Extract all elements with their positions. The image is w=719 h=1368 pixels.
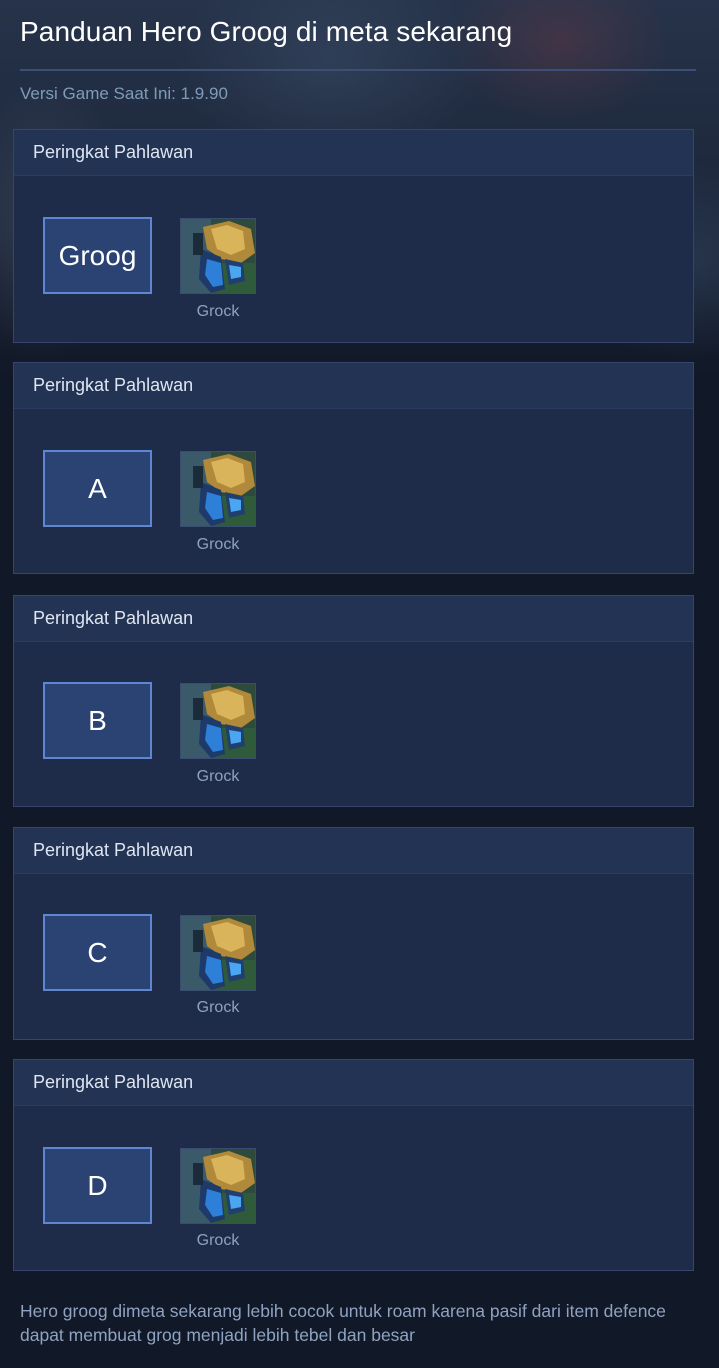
tier-card: Peringkat Pahlawan A Grock — [13, 362, 694, 574]
grock-portrait-icon[interactable] — [180, 451, 256, 527]
tier-card-header: Peringkat Pahlawan — [14, 130, 693, 176]
tier-card: Peringkat Pahlawan C Grock — [13, 827, 694, 1040]
tier-card-header: Peringkat Pahlawan — [14, 363, 693, 409]
grock-portrait-icon[interactable] — [180, 1148, 256, 1224]
tier-card: Peringkat Pahlawan D Grock — [13, 1059, 694, 1271]
tier-badge: D — [43, 1147, 152, 1224]
tier-card: Peringkat Pahlawan Groog Grock — [13, 129, 694, 343]
tier-badge: Groog — [43, 217, 152, 294]
hero-name-label: Grock — [196, 999, 240, 1016]
hero-name-label: Grock — [196, 1232, 240, 1249]
tier-card-header: Peringkat Pahlawan — [14, 596, 693, 642]
grock-portrait-icon[interactable] — [180, 915, 256, 991]
tier-badge: C — [43, 914, 152, 991]
page-title: Panduan Hero Groog di meta sekarang — [20, 16, 513, 47]
guide-note-text: Hero groog dimeta sekarang lebih cocok u… — [20, 1301, 666, 1345]
tier-badge: A — [43, 450, 152, 527]
title-divider — [20, 69, 696, 71]
tier-card: Peringkat Pahlawan B Grock — [13, 595, 694, 807]
hero-name-label: Grock — [196, 303, 240, 320]
game-version-label: Versi Game Saat Ini: 1.9.90 — [20, 84, 228, 103]
hero-name-label: Grock — [196, 768, 240, 785]
page: Panduan Hero Groog di meta sekarang Vers… — [0, 0, 719, 1368]
hero-name-label: Grock — [196, 536, 240, 553]
tier-card-header: Peringkat Pahlawan — [14, 1060, 693, 1106]
grock-portrait-icon[interactable] — [180, 218, 256, 294]
tier-card-header: Peringkat Pahlawan — [14, 828, 693, 874]
grock-portrait-icon[interactable] — [180, 683, 256, 759]
tier-badge: B — [43, 682, 152, 759]
